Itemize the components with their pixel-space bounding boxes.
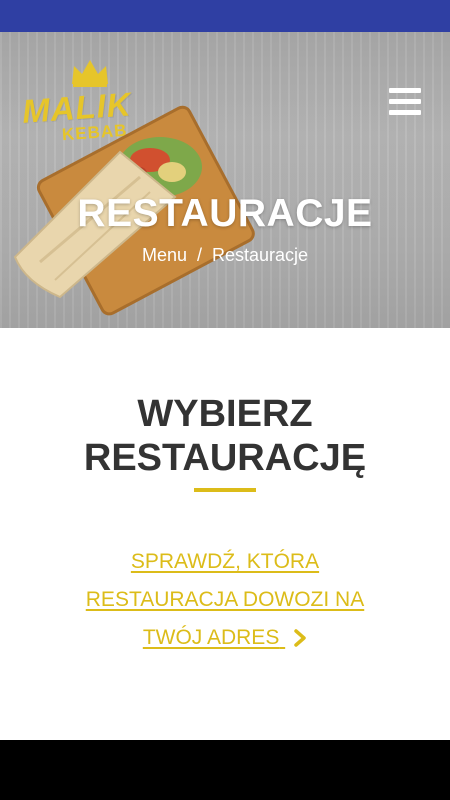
menu-bar: [389, 99, 421, 104]
menu-bar: [389, 110, 421, 115]
check-delivery-link[interactable]: SPRAWDŹ, KTÓRA RESTAURACJA DOWOZI NA TWÓ…: [60, 543, 390, 657]
chevron-right-icon: [294, 629, 306, 648]
menu-bar: [389, 88, 421, 93]
link-text-line: TWÓJ ADRES: [142, 626, 280, 649]
link-text-line: RESTAURACJA DOWOZI NA: [85, 588, 365, 611]
breadcrumb-separator: /: [196, 245, 202, 265]
breadcrumb: Menu / Restauracje: [0, 245, 450, 266]
section-title-line: WYBIERZ: [137, 393, 313, 435]
system-navigation-bar: [0, 740, 450, 800]
breadcrumb-current: Restauracje: [212, 245, 309, 265]
hamburger-menu-icon[interactable]: [389, 88, 421, 116]
link-text-line: SPRAWDŹ, KTÓRA: [130, 550, 320, 573]
hero-banner: MALIK KEBAB RESTAURACJE Menu / Restauracje: [0, 32, 450, 328]
logo-subtitle: KEBAB: [61, 120, 129, 145]
title-underline-divider: [194, 488, 256, 492]
page-title: RESTAURACJE: [77, 192, 373, 235]
malik-kebab-logo[interactable]: MALIK KEBAB: [21, 58, 162, 148]
breadcrumb-link-menu[interactable]: Menu: [142, 245, 187, 265]
status-bar: [0, 0, 450, 32]
section-title: WYBIERZ RESTAURACJĘ: [0, 392, 450, 480]
crown-icon: [72, 60, 108, 87]
section-title-line: RESTAURACJĘ: [83, 437, 367, 479]
